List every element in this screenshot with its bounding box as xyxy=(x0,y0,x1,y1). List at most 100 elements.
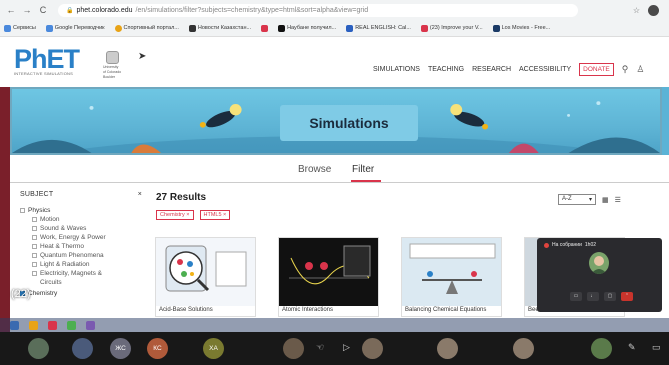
grid-view-icon[interactable]: ▦ xyxy=(602,196,609,204)
atoms-thumbnail-icon xyxy=(289,245,371,285)
os-taskbar xyxy=(0,318,669,332)
taskbar-app-icon[interactable] xyxy=(67,320,76,330)
card-thumbnail xyxy=(279,238,378,306)
checkbox[interactable] xyxy=(32,271,37,276)
participant-avatar[interactable] xyxy=(72,338,93,359)
nav-accessibility[interactable]: ACCESSIBILITY xyxy=(519,66,571,73)
filter-item-motion[interactable]: Motion xyxy=(20,215,142,224)
filter-item-physics[interactable]: Physics xyxy=(20,206,142,215)
meeting-time: 1h02 xyxy=(584,242,597,248)
filter-item-chemistry[interactable]: Chemistry xyxy=(20,289,142,298)
list-view-icon[interactable]: ☰ xyxy=(615,196,621,204)
checkbox[interactable] xyxy=(32,217,37,222)
youtube-icon xyxy=(420,24,428,32)
participant-avatar[interactable] xyxy=(591,338,612,359)
movies-icon xyxy=(492,24,500,32)
filter-item-circuits: Circuits xyxy=(40,279,62,286)
taskbar-app-icon[interactable] xyxy=(86,320,95,330)
checkbox[interactable] xyxy=(32,253,37,258)
url-field[interactable]: 🔒 phet.colorado.edu/en/simulations/filte… xyxy=(58,3,578,17)
checkbox[interactable] xyxy=(32,262,37,267)
participant-avatar[interactable] xyxy=(28,338,49,359)
close-icon[interactable]: × xyxy=(138,191,142,198)
cu-text-3: Boulder xyxy=(103,75,116,79)
tab-filter[interactable]: Filter xyxy=(352,164,374,175)
checkbox[interactable] xyxy=(32,226,37,231)
tab-browse[interactable]: Browse xyxy=(298,164,331,175)
simulation-card[interactable]: Acid-Base Solutions xyxy=(155,237,256,317)
pencil-icon[interactable]: ✎ xyxy=(628,342,636,353)
participant-avatar[interactable] xyxy=(283,338,304,359)
user-icon[interactable]: ♙ xyxy=(636,64,644,75)
university-logo[interactable]: University of Colorado Boulder xyxy=(103,51,129,79)
filter-item-quantum[interactable]: Quantum Phenomena xyxy=(20,251,142,260)
simulation-card[interactable]: Atomic Interactions xyxy=(278,237,379,317)
bookmark-item[interactable] xyxy=(261,24,269,32)
star-icon[interactable]: ☆ xyxy=(633,6,640,15)
k-icon xyxy=(278,24,286,32)
filter-item-heat-thermo[interactable]: Heat & Thermo xyxy=(20,242,142,251)
nav-research[interactable]: RESEARCH xyxy=(472,66,511,73)
balance-thumbnail-icon xyxy=(409,243,496,294)
taskbar-app-icon[interactable] xyxy=(29,320,38,330)
phet-logo[interactable]: PhET INTERACTIVE SIMULATIONS xyxy=(14,46,84,77)
simulation-card[interactable]: Balancing Chemical Equations xyxy=(401,237,502,317)
nav-simulations[interactable]: SIMULATIONS xyxy=(373,66,420,73)
active-filters: Chemistry × HTML5 × xyxy=(156,210,231,220)
filter-chip-chemistry[interactable]: Chemistry × xyxy=(156,210,194,220)
filter-item-sound-waves[interactable]: Sound & Waves xyxy=(20,224,142,233)
profile-avatar[interactable] xyxy=(648,4,659,16)
participant-avatar[interactable] xyxy=(437,338,458,359)
participant-avatar[interactable]: КС xyxy=(147,338,168,359)
page-title: Simulations xyxy=(280,105,418,141)
participant-avatar[interactable] xyxy=(513,338,534,359)
bookmark-item[interactable]: Сервисы xyxy=(4,24,36,32)
back-button[interactable]: ← xyxy=(6,5,16,15)
hang-up-icon[interactable]: ⌃ xyxy=(621,292,633,301)
chat-icon[interactable]: ▭ xyxy=(652,342,661,353)
hand-raise-icon[interactable]: ☜ xyxy=(316,342,324,353)
checkbox[interactable] xyxy=(32,235,37,240)
sidebar-heading: SUBJECT xyxy=(20,191,54,198)
sort-select[interactable]: A-Z ▾ xyxy=(558,194,596,205)
donate-button[interactable]: DONATE xyxy=(579,63,614,76)
url-host: phet.colorado.edu xyxy=(76,6,133,14)
participant-avatar[interactable] xyxy=(362,338,383,359)
bookmark-item[interactable]: Google Переводчик xyxy=(45,24,105,32)
taskbar-app-icon[interactable] xyxy=(48,320,57,330)
bookmark-item[interactable]: Спортивный портал... xyxy=(114,24,179,32)
search-icon[interactable]: ⚲ xyxy=(622,64,629,75)
filter-item-work-energy[interactable]: Work, Energy & Power xyxy=(20,233,142,242)
checkbox[interactable] xyxy=(20,208,25,213)
participants-strip: ЖС КС ХА ☜ ▷ ✎ ▭ xyxy=(0,332,669,365)
participant-avatar[interactable]: ХА xyxy=(203,338,224,359)
site-header: PhET INTERACTIVE SIMULATIONS University … xyxy=(0,37,669,87)
taskbar-app-icon[interactable] xyxy=(10,320,19,330)
avatar xyxy=(589,252,609,274)
play-icon[interactable]: ▷ xyxy=(343,342,350,353)
youtube-icon xyxy=(261,24,269,32)
card-thumbnail xyxy=(402,238,501,306)
participant-avatar[interactable]: ЖС xyxy=(110,338,131,359)
filter-item-light-radiation[interactable]: Light & Radiation xyxy=(20,260,142,269)
camera-icon[interactable]: ▭ xyxy=(570,292,582,301)
bookmark-item[interactable]: Los Movies - Free... xyxy=(492,24,550,32)
bookmark-item[interactable]: (23) Improve your V... xyxy=(420,24,483,32)
bookmark-item[interactable]: REAL ENGLISH: Cal... xyxy=(346,24,411,32)
filter-chip-html5[interactable]: HTML5 × xyxy=(199,210,231,220)
bookmark-item[interactable]: Наубане получил... xyxy=(278,24,336,32)
reload-button[interactable]: C xyxy=(38,5,48,15)
bookmark-item[interactable]: Новости Казахстан... xyxy=(188,24,251,32)
meeting-popup[interactable]: На собрании 1h02 ▭ ♩ ▢ ⌃ xyxy=(537,238,662,312)
sport-icon xyxy=(114,24,122,32)
forward-button[interactable]: → xyxy=(22,5,32,15)
nav-teaching[interactable]: TEACHING xyxy=(428,66,464,73)
top-nav: SIMULATIONS TEACHING RESEARCH ACCESSIBIL… xyxy=(373,63,644,76)
browser-address-bar: ← → C 🔒 phet.colorado.edu/en/simulations… xyxy=(0,0,669,20)
card-title: Balancing Chemical Equations xyxy=(405,307,487,313)
cu-text-2: of Colorado xyxy=(103,70,122,74)
checkbox[interactable] xyxy=(32,244,37,249)
screen-share-icon[interactable]: ▢ xyxy=(604,292,616,301)
mic-icon[interactable]: ♩ xyxy=(587,292,599,301)
filter-item-electricity[interactable]: Electricity, Magnets & xyxy=(20,269,142,278)
